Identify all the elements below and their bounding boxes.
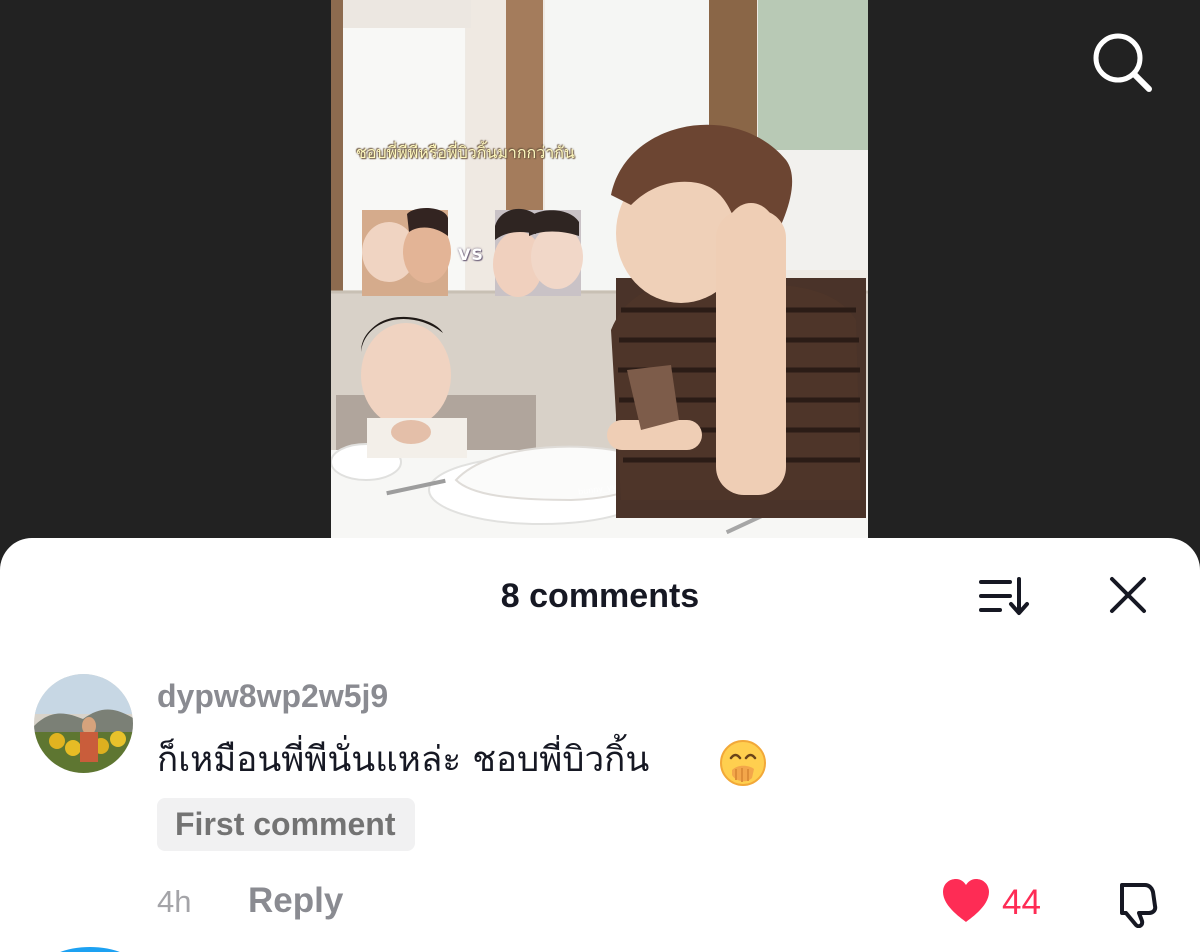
comment-timestamp: 4h bbox=[157, 884, 192, 919]
dislike-button[interactable] bbox=[1108, 878, 1158, 929]
user-avatar[interactable] bbox=[34, 674, 133, 773]
comments-sheet: 8 comments dypw8wp2w5j9 ก็เหมือนพี่พีนั่… bbox=[0, 538, 1200, 952]
video-versus-label: VS bbox=[458, 245, 484, 264]
comment-text: ก็เหมือนพี่พีนั่นแหล่ะ ชอบพี่บิวกิ้น bbox=[157, 740, 650, 780]
thumbs-down-icon bbox=[1120, 883, 1158, 929]
sort-icon bbox=[979, 577, 1029, 615]
sort-comments-button[interactable] bbox=[978, 575, 1032, 619]
close-comments-button[interactable] bbox=[1108, 575, 1148, 615]
reply-button[interactable]: Reply bbox=[248, 881, 343, 921]
video-player[interactable] bbox=[331, 0, 868, 540]
like-count: 44 bbox=[1002, 883, 1041, 922]
close-icon bbox=[1110, 577, 1146, 613]
like-button[interactable]: 44 bbox=[940, 875, 1056, 929]
search-icon bbox=[1093, 33, 1152, 92]
comment-item: dypw8wp2w5j9 ก็เหมือนพี่พีนั่นแหล่ะ ชอบพ… bbox=[0, 670, 1200, 948]
first-comment-badge: First comment bbox=[157, 798, 415, 851]
video-frame-image bbox=[331, 0, 868, 540]
search-button[interactable] bbox=[1088, 28, 1158, 98]
avatar-image bbox=[34, 674, 133, 773]
comment-username[interactable]: dypw8wp2w5j9 bbox=[157, 678, 388, 714]
face-with-hand-over-mouth-emoji bbox=[718, 738, 768, 788]
heart-icon bbox=[943, 879, 989, 922]
comment-sheet-screen: ชอบพี่พีพีหรือพี่บิวกิ้นมากกว่ากัน VS bu… bbox=[0, 0, 1200, 952]
video-overlay-caption: ชอบพี่พีพีหรือพี่บิวกิ้นมากกว่ากัน bbox=[356, 143, 575, 162]
